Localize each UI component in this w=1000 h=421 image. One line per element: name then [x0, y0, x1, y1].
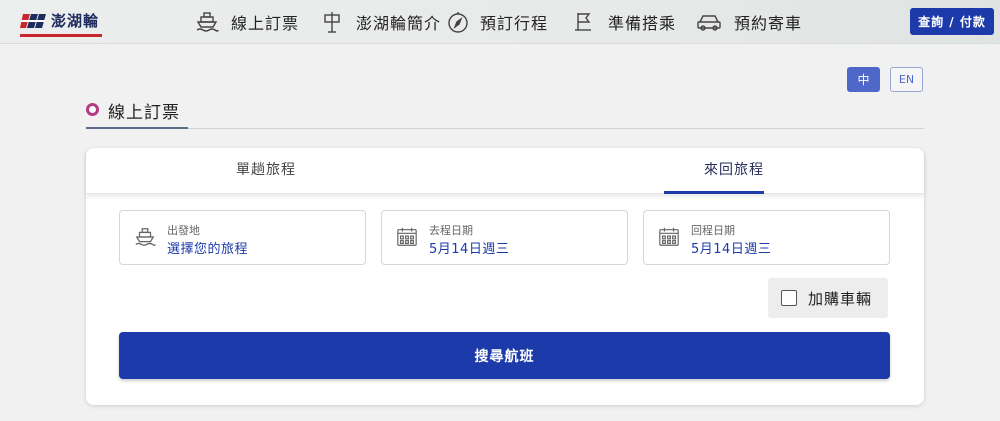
tab-one-way[interactable]: 單趟旅程 [206, 148, 326, 194]
add-vehicle-option[interactable]: 加購車輛 [768, 278, 888, 318]
section-bullet-icon [86, 103, 99, 116]
return-date-value: 5月14日週三 [691, 242, 772, 257]
nav-label: 線上訂票 [231, 14, 300, 33]
tab-round-trip[interactable]: 來回旅程 [674, 148, 794, 194]
lang-en-button[interactable]: EN [890, 67, 923, 92]
logo-icon [20, 12, 46, 30]
nav-item-online-booking[interactable]: 線上訂票 [195, 0, 299, 44]
add-vehicle-checkbox[interactable] [781, 290, 797, 306]
calendar-icon [658, 226, 680, 248]
return-date-field[interactable]: 回程日期 5月14日週三 [643, 210, 890, 265]
depart-date-value: 5月14日週三 [429, 242, 510, 257]
brand-name: 澎湖輪 [51, 12, 100, 30]
logo-underline [20, 34, 102, 37]
nav-item-prepare[interactable]: 準備搭乘 [572, 0, 676, 44]
search-sailings-button[interactable]: 搜尋航班 [119, 332, 890, 379]
section-divider [188, 128, 924, 129]
depart-date-label: 去程日期 [429, 224, 473, 237]
flag-icon [572, 10, 596, 34]
car-icon [696, 10, 722, 34]
ship-icon [134, 226, 156, 248]
calendar-icon [396, 226, 418, 248]
add-vehicle-label: 加購車輛 [808, 290, 873, 308]
nav-label: 準備搭乘 [608, 14, 677, 33]
compass-icon [446, 10, 470, 34]
active-tab-indicator [664, 191, 764, 194]
trip-type-tabs: 單趟旅程 來回旅程 [86, 148, 924, 194]
nav-label: 澎湖輪簡介 [356, 14, 442, 33]
origin-label: 出發地 [167, 224, 200, 237]
section-divider-accent [86, 127, 188, 129]
top-navigation-bar: 澎湖輪 線上訂票 澎湖輪簡介 預訂行程 準備搭乘 預約寄車 查詢 / 付款 [0, 0, 1000, 44]
return-date-label: 回程日期 [691, 224, 735, 237]
nav-label: 預訂行程 [480, 14, 549, 33]
signpost-icon [320, 10, 344, 34]
origin-value: 選擇您的旅程 [167, 242, 249, 257]
lang-zh-button[interactable]: 中 [847, 67, 880, 92]
depart-date-field[interactable]: 去程日期 5月14日週三 [381, 210, 628, 265]
brand-logo[interactable]: 澎湖輪 [20, 10, 99, 31]
nav-item-car-shipping[interactable]: 預約寄車 [696, 0, 802, 44]
nav-item-book-trip[interactable]: 預訂行程 [446, 0, 548, 44]
origin-field[interactable]: 出發地 選擇您的旅程 [119, 210, 366, 265]
query-payment-button[interactable]: 查詢 / 付款 [910, 8, 994, 35]
ship-icon [195, 10, 219, 34]
nav-item-about[interactable]: 澎湖輪簡介 [320, 0, 441, 44]
booking-card: 單趟旅程 來回旅程 出發地 選擇您的旅程 去程日期 5月14日週三 回程日期 5… [86, 148, 924, 405]
section-title: 線上訂票 [108, 103, 180, 123]
nav-label: 預約寄車 [734, 14, 803, 33]
